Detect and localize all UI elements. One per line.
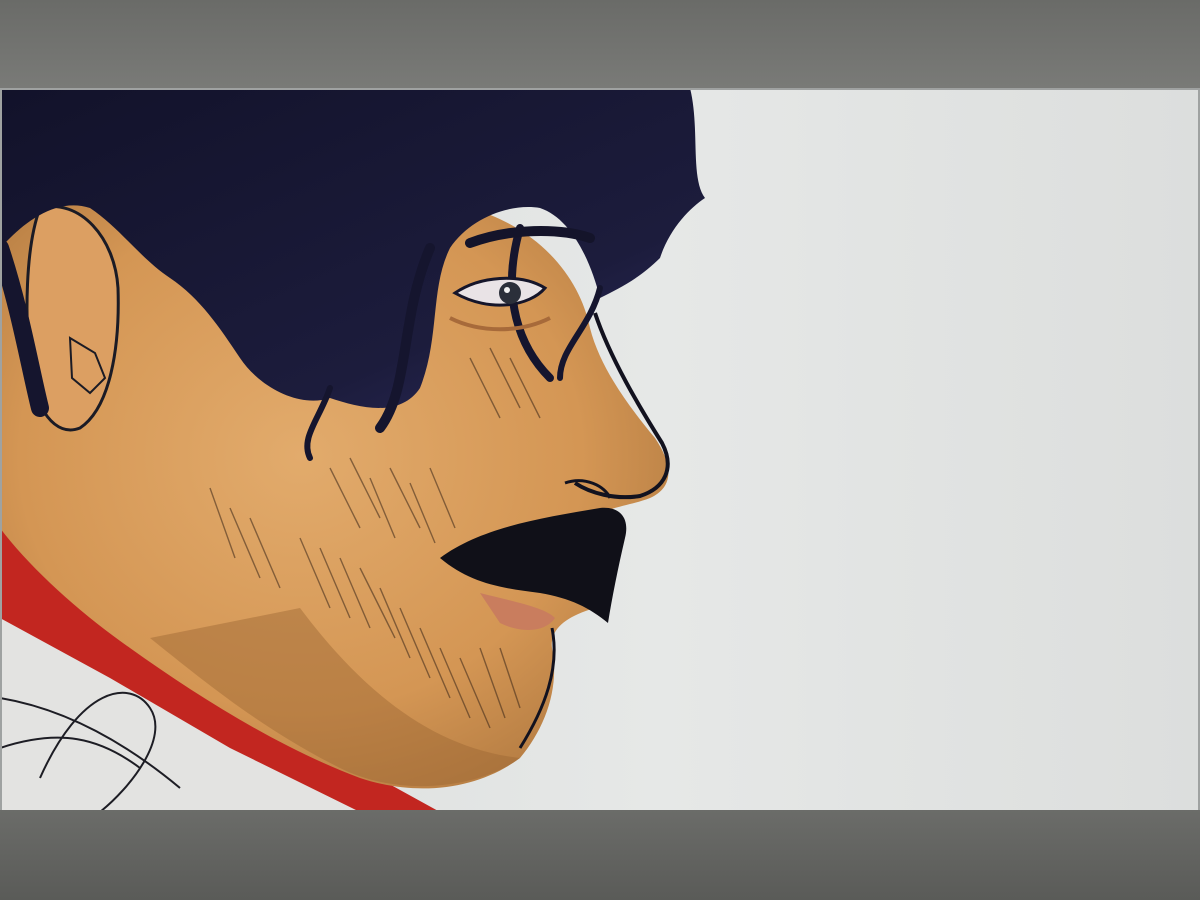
portrait-illustration <box>0 88 1200 812</box>
monitor-screen <box>0 88 1200 812</box>
monitor-bezel-bottom <box>0 810 1200 900</box>
monitor-bezel-top <box>0 0 1200 92</box>
photo-frame <box>0 0 1200 900</box>
